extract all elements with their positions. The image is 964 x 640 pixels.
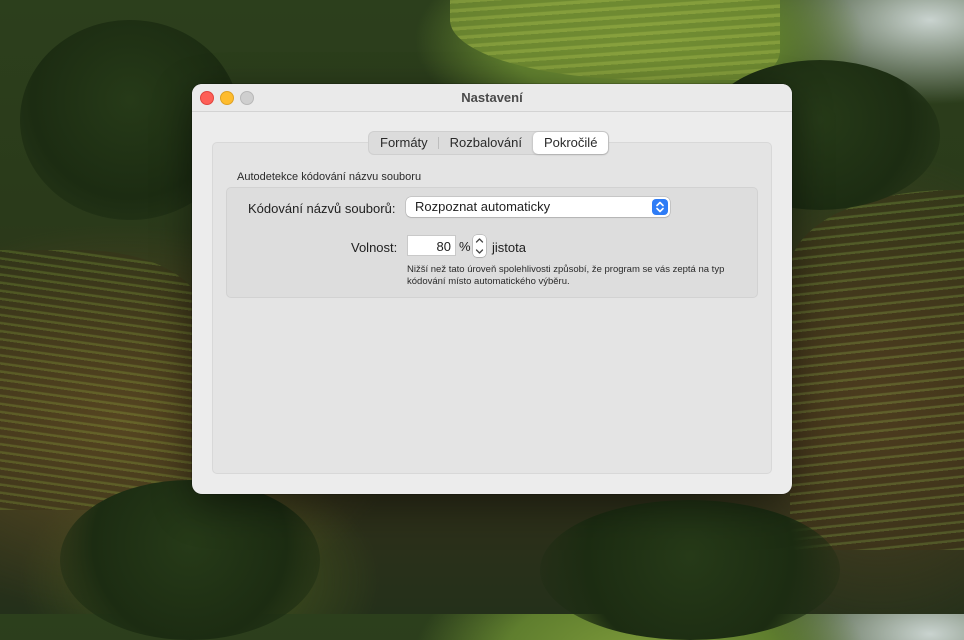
tolerance-hint-text: Nižší než tato úroveň spolehlivosti způs… — [407, 264, 725, 287]
tab-bar: Formáty Rozbalování Pokročilé — [368, 131, 610, 155]
stepper-up-icon[interactable] — [475, 237, 484, 244]
title-bar: Nastavení — [192, 84, 792, 112]
encoding-select[interactable]: Rozpoznat automaticky — [406, 197, 670, 217]
confidence-label: jistota — [492, 240, 526, 255]
encoding-select-value: Rozpoznat automaticky — [415, 199, 551, 214]
wallpaper-trees — [60, 480, 320, 640]
window-title: Nastavení — [461, 90, 523, 105]
wallpaper-vineyard-left — [0, 250, 200, 510]
stepper-down-icon[interactable] — [475, 248, 484, 255]
tolerance-stepper[interactable] — [473, 235, 486, 257]
tolerance-input[interactable]: 80 — [407, 235, 456, 256]
chevron-up-down-icon — [652, 199, 668, 215]
tolerance-value: 80 — [436, 239, 451, 254]
encoding-label: Kódování názvů souborů: — [248, 201, 396, 216]
preferences-window: Nastavení Formáty Rozbalování Pokročilé … — [192, 84, 792, 494]
tab-formaty[interactable]: Formáty — [369, 132, 439, 154]
tab-pokrocile[interactable]: Pokročilé — [532, 132, 609, 154]
wallpaper-hill — [450, 0, 780, 80]
wallpaper-trees — [540, 500, 840, 640]
tab-rozbalovani[interactable]: Rozbalování — [439, 132, 533, 154]
group-heading: Autodetekce kódování názvu souboru — [237, 171, 422, 183]
wallpaper-vineyard-right — [790, 190, 964, 550]
tolerance-label: Volnost: — [351, 240, 398, 255]
percent-unit: % — [459, 239, 471, 254]
